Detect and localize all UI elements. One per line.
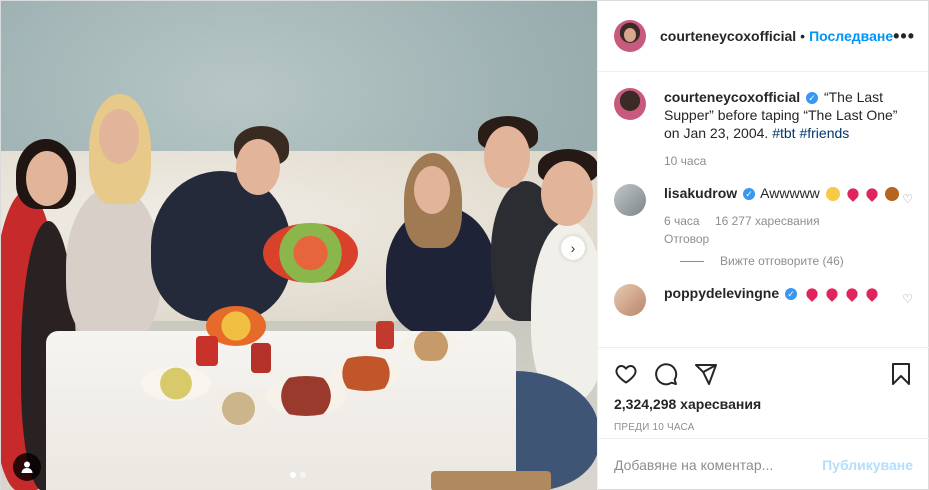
photo-face [236, 139, 280, 195]
header-username[interactable]: courteneycoxofficial [660, 28, 796, 44]
carousel-dot-active [290, 472, 296, 478]
verified-badge-icon: ✓ [785, 288, 798, 301]
share-icon[interactable] [694, 362, 718, 386]
likes-count[interactable]: 2,324,298 харесвания [614, 396, 913, 412]
heart-emoji [844, 186, 861, 203]
post-window: › courteneycoxofficial • Последване ••• … [0, 0, 929, 490]
caption-body: courteneycoxofficial ✓ “The Last Supper”… [664, 88, 913, 170]
heart-icon[interactable]: ♡ [902, 292, 913, 306]
photo-face [26, 151, 68, 206]
action-icons [614, 354, 913, 394]
pie-emoji [885, 187, 900, 202]
more-options-icon[interactable]: ••• [893, 26, 915, 47]
carousel-dots [290, 472, 306, 478]
hashtag-link[interactable]: #friends [799, 125, 849, 141]
photo-person [66, 186, 161, 346]
verified-badge-icon: ✓ [806, 92, 819, 105]
reply-button[interactable]: Отговор [664, 232, 709, 246]
photo-food [376, 321, 394, 349]
comment-meta: 6 часа 16 277 харесвания Отговор [664, 212, 913, 248]
carousel-dot [300, 472, 306, 478]
post-comment-button[interactable]: Публикуване [822, 457, 913, 473]
photo-face [414, 166, 450, 214]
view-replies-label: Вижте отговорите (46) [720, 254, 844, 268]
photo-food [251, 343, 271, 373]
view-replies-button[interactable]: Вижте отговорите (46) [680, 254, 913, 268]
hashtag-link[interactable]: #tbt [772, 125, 795, 141]
photo-food [263, 223, 358, 283]
comments-list[interactable]: courteneycoxofficial ✓ “The Last Supper”… [598, 72, 929, 347]
caption-username[interactable]: courteneycoxofficial [664, 89, 800, 105]
post-header: courteneycoxofficial • Последване ••• [598, 1, 928, 72]
caption-time[interactable]: 10 часа [664, 154, 706, 168]
photo-face [484, 126, 530, 188]
post-side-panel: courteneycoxofficial • Последване ••• co… [597, 1, 929, 490]
photo-food [141, 366, 211, 401]
chevron-right-icon[interactable]: › [561, 236, 585, 260]
photo-food [331, 356, 401, 391]
heart-emoji [823, 286, 840, 303]
post-actions: 2,324,298 харесвания ПРЕДИ 10 ЧАСА [598, 347, 929, 433]
photo-food [431, 471, 551, 490]
comment-body: poppydelevingne ✓ [664, 284, 913, 316]
header-separator: • [800, 28, 806, 44]
list-item: poppydelevingne ✓ ♡ [614, 284, 913, 316]
comment-time[interactable]: 6 часа [664, 214, 700, 228]
heart-icon[interactable] [614, 362, 638, 386]
photo-face [541, 161, 593, 226]
comment-username[interactable]: poppydelevingne [664, 285, 779, 301]
photo-food [196, 336, 218, 366]
caption-meta: 10 часа [664, 152, 913, 170]
photo-food [211, 391, 266, 426]
comment-input[interactable] [614, 457, 823, 473]
list-item: lisakudrow ✓ Awwwww 6 часа 16 277 харесв… [614, 184, 913, 248]
verified-badge-icon: ✓ [743, 188, 756, 201]
add-comment-bar: Публикуване [598, 438, 929, 490]
avatar[interactable] [614, 20, 646, 52]
heart-emoji [803, 286, 820, 303]
photo-food [266, 376, 346, 416]
post-photo[interactable]: › [1, 1, 597, 490]
comment-icon[interactable] [654, 362, 678, 386]
bookmark-icon[interactable] [889, 362, 913, 386]
smiling-face-emoji [825, 187, 840, 202]
post-time[interactable]: ПРЕДИ 10 ЧАСА [614, 422, 913, 433]
comment-username[interactable]: lisakudrow [664, 185, 737, 201]
avatar[interactable] [614, 88, 646, 120]
comment-likes[interactable]: 16 277 харесвания [715, 214, 820, 228]
comment-body: lisakudrow ✓ Awwwww 6 часа 16 277 харесв… [664, 184, 913, 248]
heart-icon[interactable]: ♡ [902, 192, 913, 206]
heart-emoji [863, 286, 880, 303]
avatar[interactable] [614, 184, 646, 216]
replies-divider [680, 260, 704, 262]
heart-emoji [843, 286, 860, 303]
avatar[interactable] [614, 284, 646, 316]
user-tag-icon[interactable] [13, 453, 41, 481]
photo-face [99, 109, 139, 164]
photo-food [401, 331, 461, 361]
follow-button[interactable]: Последване [809, 28, 893, 44]
heart-emoji [864, 186, 881, 203]
caption: courteneycoxofficial ✓ “The Last Supper”… [614, 88, 913, 170]
comment-text: Awwwww [760, 185, 820, 201]
